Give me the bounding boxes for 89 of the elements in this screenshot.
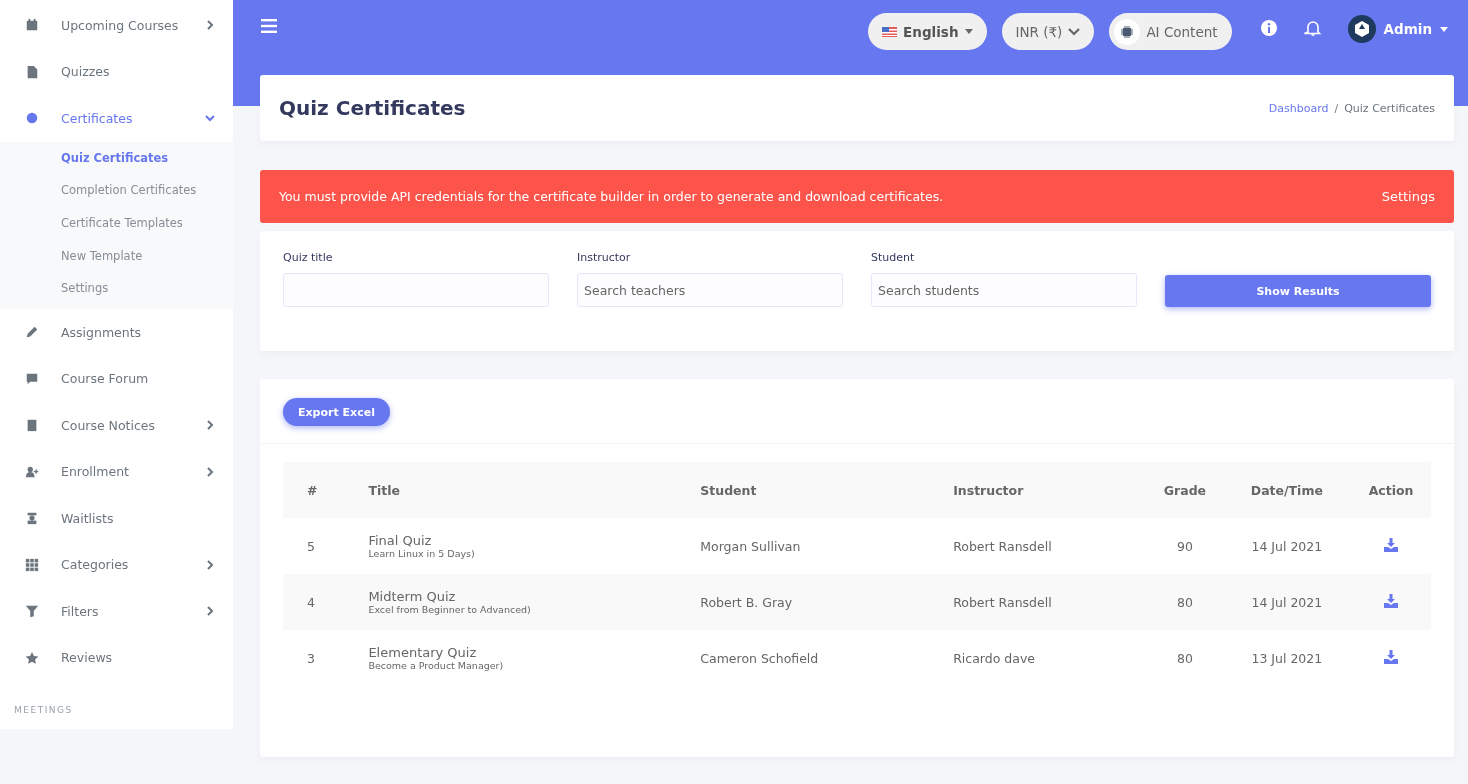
star-icon	[25, 650, 39, 665]
caret-icon	[1440, 26, 1448, 32]
table-cell: 13 Jul 2021	[1222, 630, 1352, 686]
column-header: Instructor	[929, 462, 1148, 518]
currency-dropdown[interactable]: INR (₹)	[1001, 13, 1095, 50]
submenu-item[interactable]: Settings	[0, 272, 233, 305]
field-label: Quiz title	[283, 251, 334, 264]
avatar-icon	[1347, 15, 1376, 43]
section-label: MEETINGS	[13, 703, 74, 715]
user-plus-icon	[25, 464, 39, 479]
calendar-icon	[25, 18, 39, 33]
info-icon[interactable]	[1259, 19, 1278, 37]
breadcrumb-separator: /	[1334, 101, 1339, 115]
download-icon[interactable]	[1384, 537, 1399, 552]
sidebar-item[interactable]: Categories	[0, 541, 233, 588]
column-header: Title	[344, 462, 677, 518]
sidebar-item[interactable]: Assignments	[0, 308, 233, 356]
chevron-right-icon	[205, 466, 215, 477]
ai-content-button[interactable]: AI Content	[1109, 13, 1232, 50]
alert-message: You must provide API credentials for the certificate builder in order to generate and download certificates.	[279, 189, 944, 204]
quiz-title: Elementary Quiz	[368, 645, 478, 660]
submenu-item[interactable]: New Template	[0, 239, 233, 273]
sidebar-item[interactable]: Certificates	[0, 95, 233, 142]
download-icon[interactable]	[1384, 649, 1399, 664]
table-cell: Robert B. Gray	[676, 574, 930, 630]
input-field[interactable]: Search teachers	[577, 273, 843, 307]
table-cell: 3	[283, 630, 345, 686]
sidebar-item[interactable]: Enrollment	[0, 448, 233, 495]
chevron-right-icon	[205, 606, 215, 617]
sidebar-item[interactable]: Quizzes	[0, 48, 233, 95]
submenu-item[interactable]: Certificate Templates	[0, 206, 233, 240]
sidebar-item[interactable]: Filters	[0, 587, 233, 635]
input-field[interactable]	[283, 273, 549, 307]
quiz-title: Midterm Quiz	[368, 589, 457, 604]
pencil-icon	[25, 325, 39, 340]
table-cell: 5	[283, 518, 345, 574]
course-name: Become a Product Manager)	[368, 660, 505, 671]
sidebar-item[interactable]: Waitlists	[0, 494, 233, 542]
column-header: Student	[676, 462, 930, 518]
input-field[interactable]: Search students	[871, 273, 1137, 307]
column-header: #	[283, 462, 345, 518]
course-name: Excel from Beginner to Advanced)	[368, 604, 532, 615]
breadcrumb-current: Quiz Certificates	[1344, 101, 1435, 115]
sidebar-item[interactable]: Course Forum	[0, 355, 233, 402]
flag-icon	[882, 26, 898, 37]
chevron-right-icon	[205, 420, 215, 431]
table-cell: 90	[1147, 518, 1223, 574]
column-header: Action	[1351, 462, 1431, 518]
export-excel-button[interactable]: Export Excel	[283, 398, 390, 426]
table-cell: 80	[1147, 630, 1223, 686]
breadcrumb-link[interactable]: Dashboard	[1268, 101, 1329, 115]
chevron-right-icon	[205, 20, 215, 31]
table-cell: Cameron Schofield	[676, 630, 930, 686]
column-header: Date/Time	[1222, 462, 1352, 518]
table-cell: 80	[1147, 574, 1223, 630]
table-cell: Robert Ransdell	[929, 518, 1148, 574]
sidebar-item[interactable]: Upcoming Courses	[0, 2, 233, 49]
chevron-right-icon	[205, 559, 215, 570]
column-header: Grade	[1147, 462, 1223, 518]
table-cell: Robert Ransdell	[929, 574, 1148, 630]
settings-link[interactable]: Settings	[1381, 189, 1435, 204]
table-cell: 14 Jul 2021	[1222, 574, 1352, 630]
chevron-down-icon	[1068, 27, 1081, 36]
chevron-down-icon	[205, 113, 215, 124]
menu-icon[interactable]	[261, 19, 277, 33]
caret-icon	[964, 29, 973, 34]
filter-icon	[25, 604, 39, 619]
sidebar-item[interactable]: Course Notices	[0, 401, 233, 449]
download-icon[interactable]	[1384, 593, 1399, 608]
show-results-button[interactable]: Show Results	[1165, 275, 1431, 307]
submenu-item[interactable]: Completion Certificates	[0, 174, 233, 207]
chat-icon	[25, 371, 39, 386]
field-label: Instructor	[577, 251, 632, 264]
table-cell: Morgan Sullivan	[676, 518, 930, 574]
notification-bell-icon[interactable]	[1303, 19, 1322, 37]
document-icon	[25, 64, 39, 79]
page-title: Quiz Certificates	[279, 96, 466, 120]
field-label: Student	[871, 251, 916, 264]
quiz-title: Final Quiz	[368, 533, 433, 548]
chip-icon	[1120, 24, 1135, 39]
table-cell: Ricardo dave	[929, 630, 1148, 686]
user-menu[interactable]: Admin	[1347, 15, 1448, 43]
table-cell: 4	[283, 574, 345, 630]
language-dropdown[interactable]: English	[868, 13, 987, 50]
table-cell: 14 Jul 2021	[1222, 518, 1352, 574]
grid-icon	[25, 557, 39, 572]
course-name: Learn Linux in 5 Days)	[368, 548, 476, 559]
sidebar-item[interactable]: Reviews	[0, 634, 233, 681]
submenu-item[interactable]: Quiz Certificates	[0, 141, 233, 175]
